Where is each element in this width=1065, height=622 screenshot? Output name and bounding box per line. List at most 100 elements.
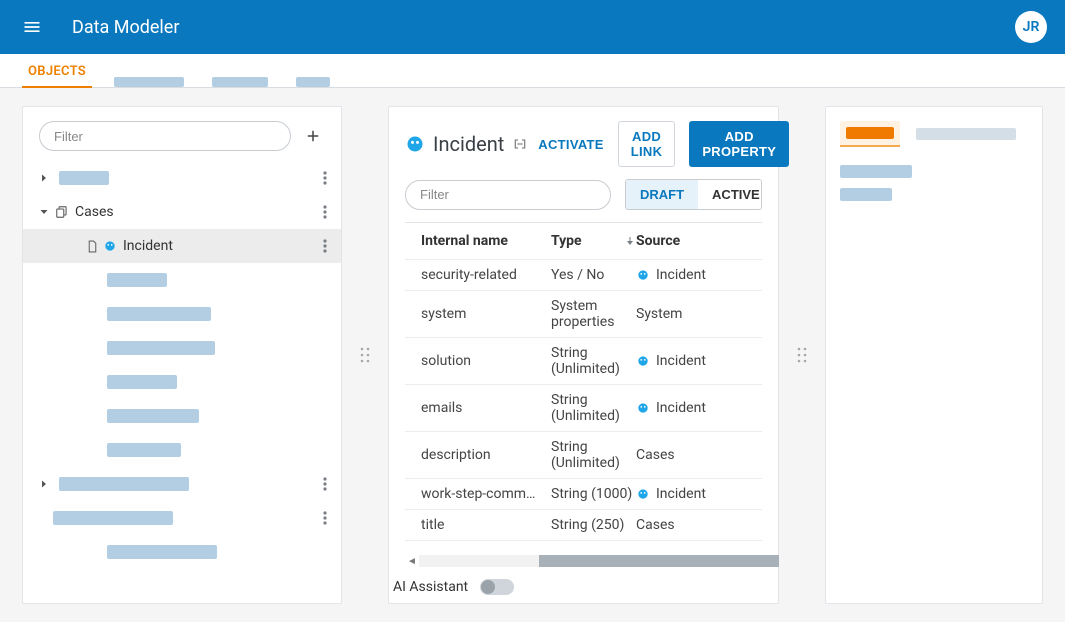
sort-desc-icon	[624, 235, 636, 247]
bug-icon	[101, 239, 119, 253]
app-header: Data Modeler JR	[0, 0, 1065, 54]
item-menu-button[interactable]	[319, 235, 331, 257]
table-row[interactable]: descriptionString (Unlimited)Cases	[405, 431, 762, 478]
link-icon[interactable]	[512, 136, 528, 152]
tree-item-label	[53, 511, 173, 525]
properties-table: Internal name Type Source security-relat…	[405, 222, 762, 547]
col-internal-name[interactable]: Internal name	[411, 233, 551, 249]
inspector-field	[840, 188, 892, 201]
cell-type: System properties	[551, 298, 636, 330]
bug-icon	[636, 268, 650, 282]
property-filter-input[interactable]	[405, 180, 611, 210]
tree-item[interactable]	[23, 365, 341, 399]
tree-item-label	[107, 443, 181, 457]
add-property-button[interactable]: ADD PROPERTY	[689, 121, 789, 167]
chevron-right-icon[interactable]	[35, 172, 53, 184]
scroll-track[interactable]	[419, 555, 748, 567]
cell-source: Cases	[636, 517, 756, 533]
objects-tree-panel: Cases Incident	[22, 106, 342, 604]
cell-name: work-step-comm…	[411, 486, 551, 502]
inspector-tab[interactable]	[916, 128, 1016, 140]
tree-item[interactable]	[23, 331, 341, 365]
table-header-row: Internal name Type Source	[405, 223, 762, 259]
tree-item-label	[107, 273, 167, 287]
table-row[interactable]: solutionString (Unlimited)Incident	[405, 337, 762, 384]
cell-name: title	[411, 517, 551, 533]
bug-icon	[405, 134, 425, 154]
tree-item-incident[interactable]: Incident	[23, 229, 341, 263]
cell-source: Incident	[636, 486, 756, 502]
tab-placeholder[interactable]	[212, 77, 268, 87]
tree-item[interactable]	[23, 161, 341, 195]
segment-draft[interactable]: DRAFT	[626, 180, 698, 209]
panel-resize-handle[interactable]	[358, 106, 372, 604]
tree-item-label: Incident	[123, 238, 173, 254]
table-row[interactable]: systemSystem propertiesSystem	[405, 290, 762, 337]
tree-item-label	[107, 341, 215, 355]
cell-source: System	[636, 306, 756, 322]
cell-type: Yes / No	[551, 267, 636, 283]
bug-icon	[636, 354, 650, 368]
tree-item[interactable]	[23, 399, 341, 433]
inspector-tabs	[840, 121, 1028, 147]
col-type[interactable]: Type	[551, 233, 636, 249]
table-body: security-relatedYes / NoIncidentsystemSy…	[405, 259, 762, 547]
tree-item[interactable]	[23, 467, 341, 501]
scroll-left-icon[interactable]: ◄	[405, 556, 419, 567]
cell-type: String (1000)	[551, 486, 636, 502]
tree-item-label	[59, 171, 109, 185]
col-source[interactable]: Source	[636, 233, 756, 249]
item-menu-button[interactable]	[319, 473, 331, 495]
tab-placeholder[interactable]	[296, 77, 330, 87]
tree-item[interactable]	[23, 501, 341, 535]
cell-name: system	[411, 306, 551, 322]
ai-assistant-label: AI Assistant	[393, 579, 468, 595]
tree-item-label	[107, 545, 217, 559]
tree-item[interactable]	[23, 297, 341, 331]
file-icon	[83, 240, 101, 253]
workspace: Cases Incident	[0, 88, 1065, 622]
objects-tree: Cases Incident	[23, 161, 341, 603]
app-title: Data Modeler	[72, 17, 179, 38]
item-menu-button[interactable]	[319, 507, 331, 529]
add-object-button[interactable]	[301, 124, 325, 148]
item-menu-button[interactable]	[319, 201, 331, 223]
cell-name: emails	[411, 400, 551, 416]
cell-type: String (Unlimited)	[551, 392, 636, 424]
hamburger-menu-button[interactable]	[18, 13, 46, 41]
tree-item[interactable]	[23, 263, 341, 297]
table-row[interactable]: work-step-comm…String (1000)Incident	[405, 478, 762, 509]
panel-resize-handle[interactable]	[795, 106, 809, 604]
table-row[interactable]: requester-last-na…String (250)Incident	[405, 540, 762, 547]
ai-assistant-toggle[interactable]	[480, 579, 514, 595]
tab-objects[interactable]: OBJECTS	[28, 56, 86, 87]
copy-icon	[53, 205, 71, 219]
cell-name: solution	[411, 353, 551, 369]
table-row[interactable]: titleString (250)Cases	[405, 509, 762, 540]
table-row[interactable]: emailsString (Unlimited)Incident	[405, 384, 762, 431]
activate-button[interactable]: ACTIVATE	[538, 137, 603, 152]
cell-source: Incident	[636, 267, 756, 283]
tree-item[interactable]	[23, 433, 341, 467]
tree-item[interactable]	[23, 535, 341, 569]
segment-active[interactable]: ACTIVE	[698, 180, 762, 209]
avatar[interactable]: JR	[1015, 11, 1047, 43]
scroll-thumb[interactable]	[539, 555, 779, 567]
tree-item-label	[107, 375, 177, 389]
chevron-down-icon[interactable]	[35, 206, 53, 218]
horizontal-scrollbar[interactable]: ◄ ►	[405, 553, 762, 569]
cell-type: String (250)	[551, 517, 636, 533]
object-title-text: Incident	[433, 132, 504, 156]
table-row[interactable]: security-relatedYes / NoIncident	[405, 259, 762, 290]
inspector-field	[840, 165, 912, 178]
tab-placeholder[interactable]	[114, 77, 184, 87]
object-detail-panel: Incident ACTIVATE ADD LINK ADD PROPERTY …	[388, 106, 779, 604]
tree-filter-input[interactable]	[39, 121, 291, 151]
inspector-tab-active[interactable]	[840, 121, 900, 147]
tree-item-cases[interactable]: Cases	[23, 195, 341, 229]
item-menu-button[interactable]	[319, 167, 331, 189]
cell-type: String (Unlimited)	[551, 439, 636, 471]
add-link-button[interactable]: ADD LINK	[618, 121, 676, 167]
chevron-right-icon[interactable]	[35, 478, 53, 490]
inspector-panel	[825, 106, 1043, 604]
